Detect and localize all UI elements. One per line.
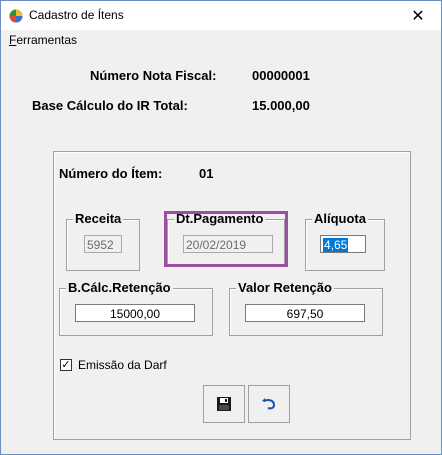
b-calc-retencao-field[interactable]: 15000,00 (75, 304, 195, 322)
menu-ferramentas[interactable]: Ferramentas (9, 33, 77, 47)
undo-button[interactable] (248, 385, 290, 423)
nota-fiscal-label: Número Nota Fiscal: (90, 68, 217, 83)
save-icon (217, 397, 231, 411)
close-icon: ✕ (411, 7, 425, 25)
emissao-darf-label: Emissão da Darf (78, 358, 167, 372)
dt-pagamento-highlight (164, 211, 288, 267)
numero-item-value: 01 (199, 166, 214, 181)
valor-retencao-field[interactable]: 697,50 (245, 304, 365, 322)
aliquota-value: 4,65 (323, 238, 349, 252)
app-icon (9, 9, 23, 23)
undo-icon (262, 398, 276, 410)
window-title: Cadastro de Ítens (29, 8, 124, 22)
numero-item-label: Número do Ítem: (59, 166, 163, 181)
receita-label: Receita (73, 211, 124, 226)
save-button[interactable] (203, 385, 245, 423)
b-calc-retencao-label: B.Cálc.Retenção (66, 280, 173, 295)
aliquota-field[interactable]: 4,65 (320, 235, 366, 253)
base-calculo-label: Base Cálculo do IR Total: (32, 98, 188, 113)
valor-retencao-label: Valor Retenção (236, 280, 334, 295)
close-button[interactable]: ✕ (395, 1, 441, 30)
nota-fiscal-value: 00000001 (252, 68, 310, 83)
aliquota-label: Alíquota (312, 211, 368, 226)
title-bar: Cadastro de Ítens ✕ (1, 1, 441, 30)
base-calculo-value: 15.000,00 (252, 98, 310, 113)
menu-ferramentas-rest: erramentas (16, 33, 78, 47)
menu-bar: Ferramentas (1, 30, 441, 50)
emissao-darf-checkbox[interactable]: ✓ (60, 359, 72, 371)
receita-field[interactable]: 5952 (84, 235, 122, 253)
